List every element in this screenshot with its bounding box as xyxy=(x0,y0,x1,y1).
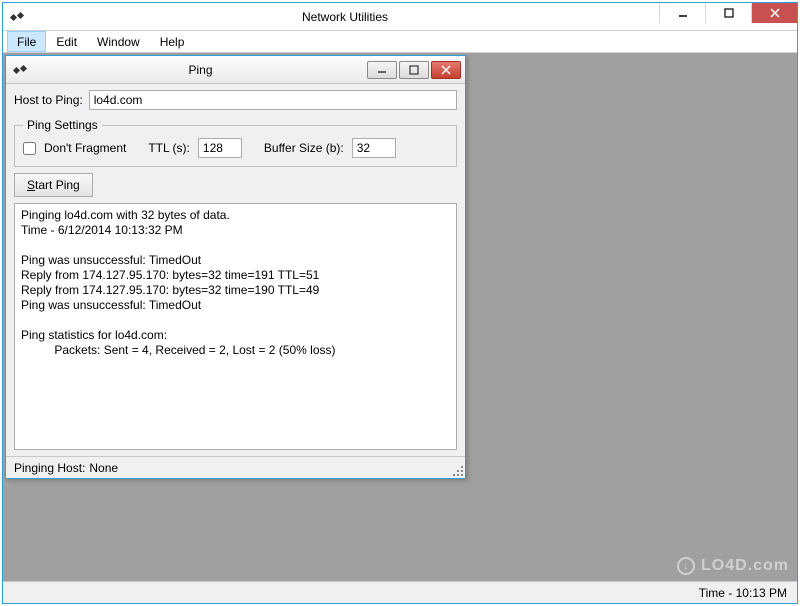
buffer-size-input[interactable] xyxy=(352,138,396,158)
ping-titlebar[interactable]: Ping xyxy=(6,56,465,84)
maximize-button[interactable] xyxy=(705,3,751,23)
menubar: File Edit Window Help xyxy=(3,31,797,53)
ping-body: Host to Ping: Ping Settings Don't Fragme… xyxy=(6,84,465,456)
dont-fragment-checkbox[interactable] xyxy=(23,142,36,155)
ping-settings-group: Ping Settings Don't Fragment TTL (s): Bu… xyxy=(14,118,457,167)
maximize-icon xyxy=(724,8,734,18)
main-window: Network Utilities File Edit Window Help … xyxy=(2,2,798,604)
menu-window[interactable]: Window xyxy=(87,31,150,52)
maximize-icon xyxy=(408,65,420,75)
ping-window-controls xyxy=(367,61,461,79)
dont-fragment-label: Don't Fragment xyxy=(44,141,126,155)
ping-window-icon xyxy=(12,62,28,78)
ttl-label: TTL (s): xyxy=(148,141,190,155)
minimize-icon xyxy=(376,65,388,75)
close-icon xyxy=(440,65,452,75)
settings-row: Don't Fragment TTL (s): Buffer Size (b): xyxy=(23,138,448,158)
ping-maximize-button[interactable] xyxy=(399,61,429,79)
minimize-button[interactable] xyxy=(659,3,705,23)
watermark-icon: ↓ xyxy=(677,557,695,575)
menu-edit[interactable]: Edit xyxy=(46,31,87,52)
main-titlebar: Network Utilities xyxy=(3,3,797,31)
main-statusbar: Time - 10:13 PM xyxy=(3,581,797,603)
resize-grip-icon[interactable] xyxy=(451,464,463,476)
action-row: Start Ping xyxy=(14,173,457,197)
ping-window: Ping Host to Ping: xyxy=(5,55,466,479)
window-controls xyxy=(659,3,797,30)
menu-file[interactable]: File xyxy=(7,31,46,52)
app-icon xyxy=(9,9,25,25)
app-title: Network Utilities xyxy=(31,10,659,24)
ping-settings-legend: Ping Settings xyxy=(23,118,102,132)
start-ping-label-rest: tart Ping xyxy=(35,178,80,192)
ping-status-value: None xyxy=(89,461,118,475)
start-ping-button[interactable]: Start Ping xyxy=(14,173,93,197)
ttl-input[interactable] xyxy=(198,138,242,158)
close-icon xyxy=(770,8,780,18)
ping-minimize-button[interactable] xyxy=(367,61,397,79)
status-time: Time - 10:13 PM xyxy=(699,586,787,600)
host-input[interactable] xyxy=(89,90,457,110)
ping-status-label: Pinging Host: xyxy=(14,461,85,475)
buffer-size-label: Buffer Size (b): xyxy=(264,141,344,155)
menu-help[interactable]: Help xyxy=(150,31,195,52)
watermark: ↓ LO4D.com xyxy=(677,557,789,575)
host-label: Host to Ping: xyxy=(14,93,83,107)
ping-statusbar: Pinging Host: None xyxy=(6,456,465,478)
ping-close-button[interactable] xyxy=(431,61,461,79)
ping-window-title: Ping xyxy=(34,63,367,77)
close-button[interactable] xyxy=(751,3,797,23)
mdi-client-area: Ping Host to Ping: xyxy=(3,53,797,581)
ping-output[interactable]: Pinging lo4d.com with 32 bytes of data. … xyxy=(14,203,457,450)
watermark-text: LO4D.com xyxy=(701,557,789,575)
host-row: Host to Ping: xyxy=(14,90,457,110)
start-ping-accel: S xyxy=(27,178,35,192)
minimize-icon xyxy=(678,8,688,18)
